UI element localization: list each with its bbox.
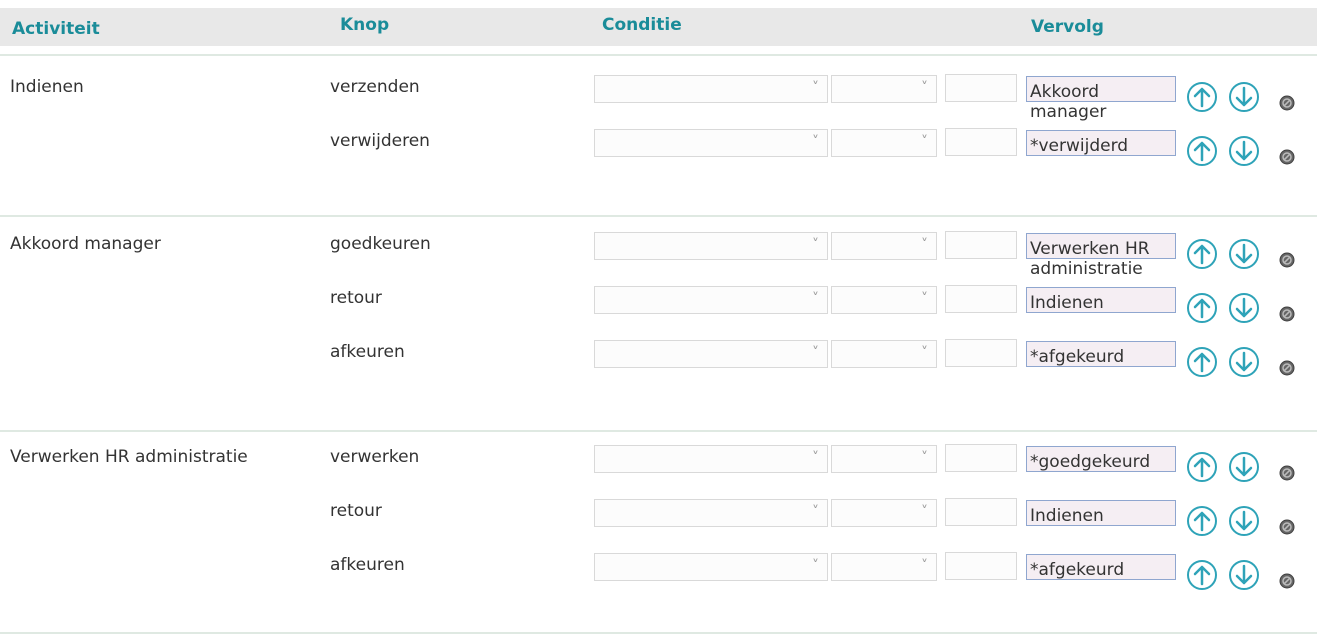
- delete-icon[interactable]: [1279, 306, 1295, 322]
- delete-icon[interactable]: [1279, 95, 1295, 111]
- arrow-up-icon[interactable]: [1186, 559, 1218, 591]
- arrow-up-icon[interactable]: [1186, 505, 1218, 537]
- delete-icon[interactable]: [1279, 252, 1295, 268]
- divider: [0, 632, 1317, 634]
- vervolg-value: *goedgekeurd: [1030, 452, 1151, 472]
- arrow-down-icon[interactable]: [1228, 346, 1260, 378]
- chevron-down-icon: ˅: [812, 80, 819, 96]
- vervolg-value: Verwerken HR administratie: [1030, 239, 1150, 279]
- arrow-down-icon[interactable]: [1228, 135, 1260, 167]
- chevron-down-icon: ˅: [812, 558, 819, 574]
- chevron-down-icon: ˅: [921, 80, 928, 96]
- header-knop: Knop: [340, 15, 390, 35]
- chevron-down-icon: ˅: [812, 345, 819, 361]
- condition-value-input[interactable]: [945, 339, 1017, 367]
- chevron-down-icon: ˅: [812, 504, 819, 520]
- button-name-label: verzenden: [330, 77, 420, 97]
- chevron-down-icon: ˅: [921, 345, 928, 361]
- chevron-down-icon: ˅: [812, 237, 819, 253]
- condition-select-2[interactable]: ˅: [831, 129, 937, 157]
- button-name-label: afkeuren: [330, 555, 405, 575]
- arrow-up-icon[interactable]: [1186, 135, 1218, 167]
- arrow-down-icon[interactable]: [1228, 451, 1260, 483]
- divider: [0, 430, 1317, 432]
- vervolg-value: Akkoord manager: [1030, 82, 1107, 122]
- arrow-down-icon[interactable]: [1228, 292, 1260, 324]
- vervolg-value: *afgekeurd: [1030, 347, 1125, 367]
- condition-select-2[interactable]: ˅: [831, 445, 937, 473]
- arrow-down-icon[interactable]: [1228, 505, 1260, 537]
- button-name-label: verwijderen: [330, 131, 430, 151]
- activity-label: Verwerken HR administratie: [10, 447, 248, 467]
- condition-select-2[interactable]: ˅: [831, 286, 937, 314]
- chevron-down-icon: ˅: [921, 237, 928, 253]
- delete-icon[interactable]: [1279, 149, 1295, 165]
- chevron-down-icon: ˅: [812, 134, 819, 150]
- vervolg-value: Indienen: [1030, 506, 1104, 526]
- delete-icon[interactable]: [1279, 573, 1295, 589]
- delete-icon[interactable]: [1279, 519, 1295, 535]
- chevron-down-icon: ˅: [921, 291, 928, 307]
- header-activiteit: Activiteit: [12, 19, 100, 39]
- condition-select-1[interactable]: ˅: [594, 75, 828, 103]
- delete-icon[interactable]: [1279, 465, 1295, 481]
- delete-icon[interactable]: [1279, 360, 1295, 376]
- arrow-up-icon[interactable]: [1186, 451, 1218, 483]
- arrow-up-icon[interactable]: [1186, 346, 1218, 378]
- condition-select-2[interactable]: ˅: [831, 75, 937, 103]
- arrow-up-icon[interactable]: [1186, 238, 1218, 270]
- condition-value-input[interactable]: [945, 74, 1017, 102]
- chevron-down-icon: ˅: [921, 134, 928, 150]
- condition-select-1[interactable]: ˅: [594, 232, 828, 260]
- arrow-down-icon[interactable]: [1228, 238, 1260, 270]
- condition-select-1[interactable]: ˅: [594, 445, 828, 473]
- button-name-label: retour: [330, 288, 382, 308]
- condition-value-input[interactable]: [945, 128, 1017, 156]
- condition-value-input[interactable]: [945, 285, 1017, 313]
- condition-value-input[interactable]: [945, 498, 1017, 526]
- divider: [0, 215, 1317, 217]
- condition-value-input[interactable]: [945, 552, 1017, 580]
- arrow-down-icon[interactable]: [1228, 559, 1260, 591]
- divider: [0, 54, 1317, 56]
- condition-select-1[interactable]: ˅: [594, 129, 828, 157]
- activity-label: Akkoord manager: [10, 234, 161, 254]
- arrow-up-icon[interactable]: [1186, 81, 1218, 113]
- vervolg-value: *afgekeurd: [1030, 560, 1125, 580]
- condition-value-input[interactable]: [945, 231, 1017, 259]
- button-name-label: retour: [330, 501, 382, 521]
- chevron-down-icon: ˅: [812, 450, 819, 466]
- header-vervolg: Vervolg: [1031, 17, 1104, 37]
- button-name-label: verwerken: [330, 447, 420, 467]
- condition-value-input[interactable]: [945, 444, 1017, 472]
- chevron-down-icon: ˅: [921, 450, 928, 466]
- condition-select-1[interactable]: ˅: [594, 340, 828, 368]
- condition-select-1[interactable]: ˅: [594, 286, 828, 314]
- arrow-down-icon[interactable]: [1228, 81, 1260, 113]
- condition-select-2[interactable]: ˅: [831, 232, 937, 260]
- vervolg-value: Indienen: [1030, 293, 1104, 313]
- button-name-label: afkeuren: [330, 342, 405, 362]
- activity-label: Indienen: [10, 77, 84, 97]
- condition-select-1[interactable]: ˅: [594, 499, 828, 527]
- condition-select-1[interactable]: ˅: [594, 553, 828, 581]
- button-name-label: goedkeuren: [330, 234, 431, 254]
- condition-select-2[interactable]: ˅: [831, 553, 937, 581]
- header-conditie: Conditie: [602, 15, 682, 35]
- vervolg-value: *verwijderd: [1030, 136, 1129, 156]
- condition-select-2[interactable]: ˅: [831, 340, 937, 368]
- chevron-down-icon: ˅: [921, 504, 928, 520]
- chevron-down-icon: ˅: [812, 291, 819, 307]
- table-header: Activiteit Knop Conditie Vervolg: [0, 8, 1317, 46]
- chevron-down-icon: ˅: [921, 558, 928, 574]
- arrow-up-icon[interactable]: [1186, 292, 1218, 324]
- condition-select-2[interactable]: ˅: [831, 499, 937, 527]
